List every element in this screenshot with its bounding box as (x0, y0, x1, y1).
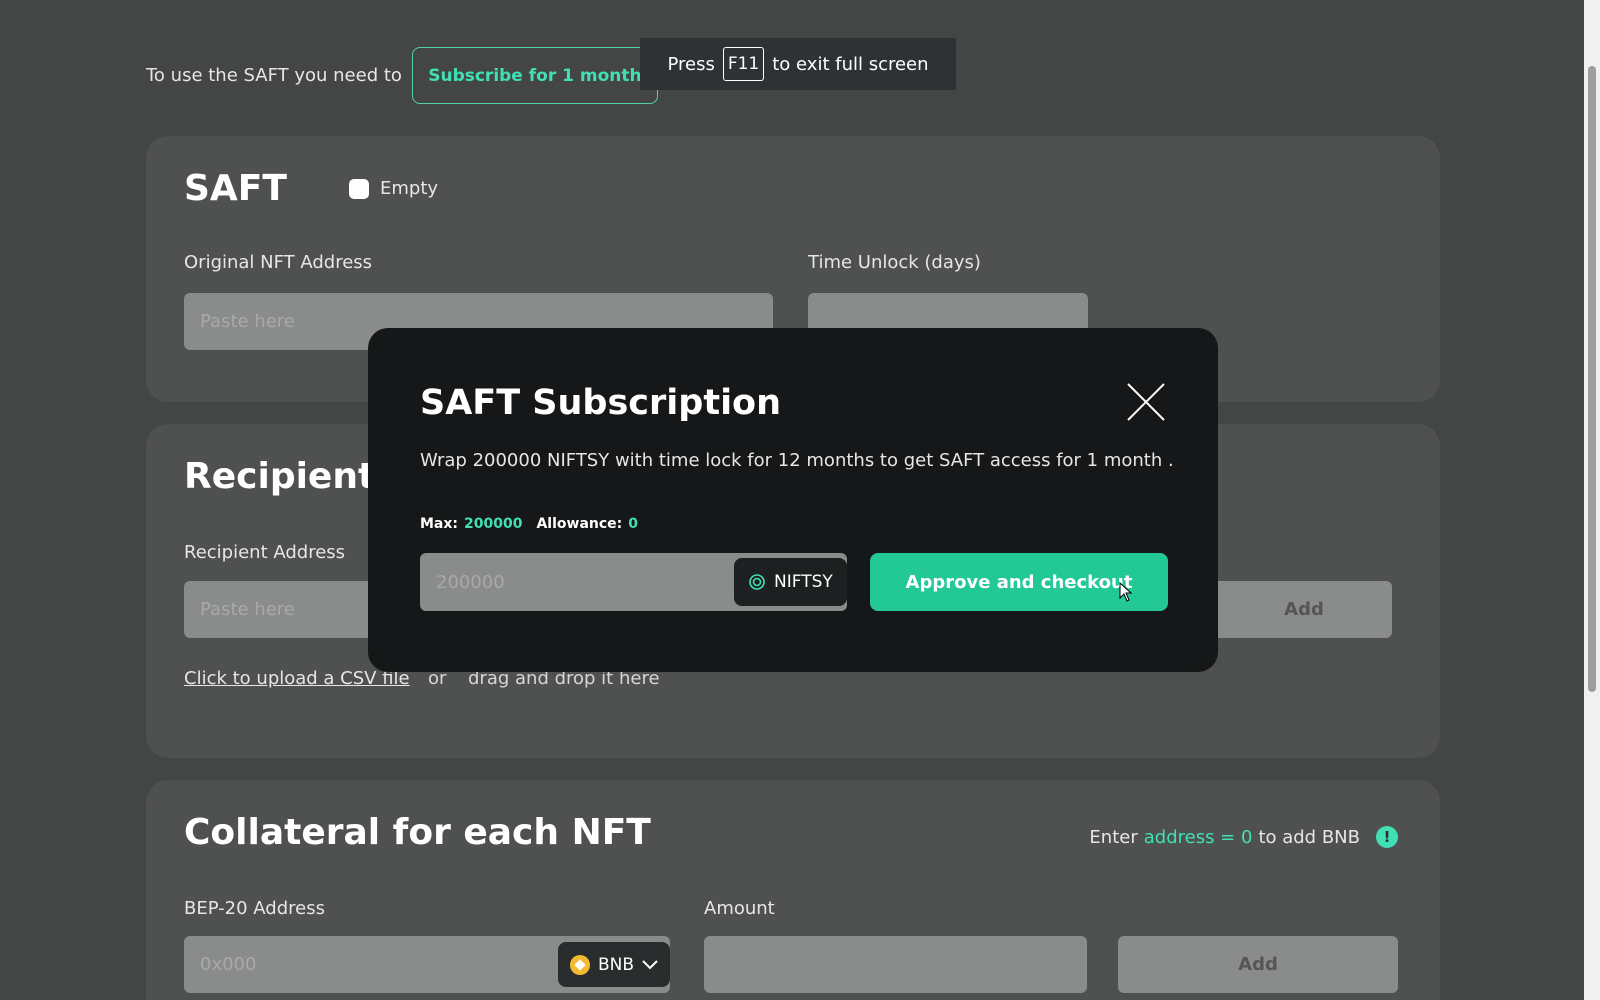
info-icon[interactable]: ! (1376, 826, 1398, 848)
niftsy-amount-placeholder: 200000 (436, 571, 505, 593)
hint-prefix: Enter (1089, 826, 1138, 848)
scrollbar-thumb[interactable] (1588, 66, 1596, 692)
amount-input[interactable] (704, 936, 1087, 993)
toast-suffix: to exit full screen (772, 53, 929, 75)
recipient-address-label: Recipient Address (184, 542, 346, 563)
allowance-value: 0 (628, 516, 639, 532)
modal-title: SAFT Subscription (420, 383, 782, 423)
upload-csv-link[interactable]: Click to upload a CSV file (184, 668, 410, 689)
subscribe-button[interactable]: Subscribe for 1 month (411, 47, 658, 104)
modal-description: Wrap 200000 NIFTSY with time lock for 12… (420, 450, 1174, 471)
collateral-title: Collateral for each NFT (184, 812, 651, 853)
chevron-down-icon (642, 959, 658, 969)
bnb-icon (570, 954, 590, 975)
cursor-icon (1119, 582, 1133, 602)
collateral-hint: Enter address = 0 to add BNB ! (1089, 826, 1398, 848)
saft-page: To use the SAFT you need to Subscribe fo… (0, 0, 1600, 1000)
empty-label: Empty (380, 178, 439, 199)
niftsy-icon (749, 574, 765, 590)
nft-address-label: Original NFT Address (184, 252, 373, 273)
toast-press: Press (667, 53, 715, 75)
toast-key: F11 (722, 47, 765, 81)
bnb-token-label: BNB (598, 954, 635, 975)
niftsy-token-chip: NIFTSY (734, 558, 847, 606)
hint-accent: address = 0 (1143, 826, 1253, 848)
collateral-add-button[interactable]: Add (1118, 936, 1398, 993)
close-icon[interactable] (1126, 382, 1166, 422)
empty-checkbox[interactable] (349, 179, 369, 199)
hint-suffix: to add BNB (1258, 826, 1360, 848)
amount-label: Amount (704, 898, 775, 919)
time-unlock-label: Time Unlock (days) (808, 252, 981, 273)
saft-title: SAFT (184, 168, 287, 209)
fullscreen-toast: Press F11 to exit full screen (640, 38, 956, 90)
subscribe-prompt: To use the SAFT you need to Subscribe fo… (146, 47, 658, 104)
niftsy-amount-input[interactable]: 200000 NIFTSY (420, 553, 847, 611)
bep20-label: BEP-20 Address (184, 898, 325, 919)
modal-limits: Max: 200000 Allowance: 0 (420, 516, 638, 532)
bnb-token-select[interactable]: BNB (558, 942, 671, 987)
allowance-label: Allowance: (536, 516, 623, 532)
page-scrollbar[interactable] (1584, 0, 1600, 1000)
collateral-card: Collateral for each NFT Enter address = … (146, 780, 1440, 1000)
saft-subscription-modal: SAFT Subscription Wrap 200000 NIFTSY wit… (368, 328, 1218, 672)
recipient-add-button[interactable]: Add (1216, 581, 1392, 638)
niftsy-token-label: NIFTSY (774, 572, 833, 592)
max-label: Max: (420, 516, 459, 532)
recipients-title: Recipients (184, 456, 397, 497)
subscribe-prompt-text: To use the SAFT you need to (146, 65, 402, 86)
max-value: 200000 (464, 516, 523, 532)
